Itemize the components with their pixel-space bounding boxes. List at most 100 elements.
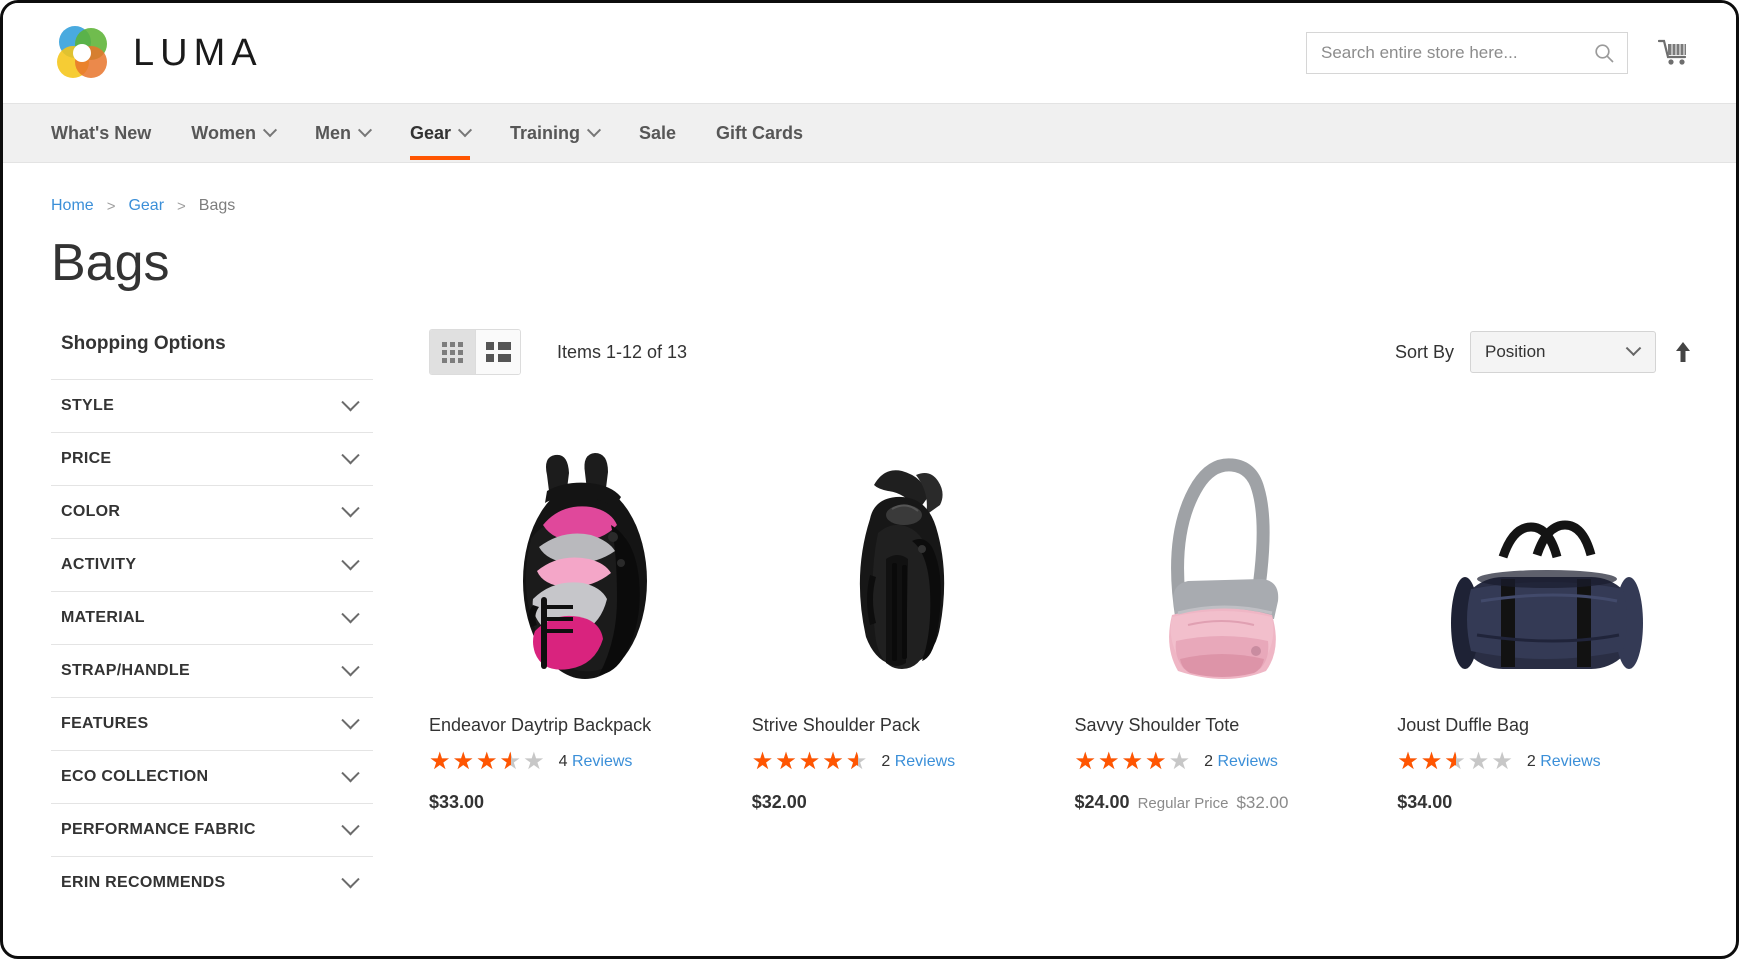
star-rating-fill: ★★★★★ <box>751 750 858 774</box>
sort-ascending-arrow-icon[interactable] <box>1672 339 1694 365</box>
product-reviews-link[interactable]: 2 Reviews <box>1204 753 1278 771</box>
nav-label: Training <box>510 122 581 143</box>
product-image-endeavor-daytrip-backpack[interactable] <box>429 423 726 691</box>
nav-label: Sale <box>639 122 677 143</box>
product-rating: ★★★★★ ★★★★★ 2 Reviews <box>1075 750 1372 774</box>
nav-label: Women <box>191 122 256 143</box>
chevron-down-icon <box>1625 339 1642 356</box>
review-count: 2 <box>881 753 891 770</box>
view-mode-switcher <box>429 329 521 375</box>
product-grid: Endeavor Daytrip Backpack ★★★★★ ★★★★★ 4 … <box>429 423 1694 813</box>
nav-item-gift-cards[interactable]: Gift Cards <box>696 104 823 162</box>
nav-label: Gear <box>409 122 451 143</box>
sidebar-item-features[interactable]: FEATURES <box>51 697 373 750</box>
sidebar-item-material[interactable]: MATERIAL <box>51 591 373 644</box>
sidebar-item-eco-collection[interactable]: ECO COLLECTION <box>51 750 373 803</box>
price-final: $33.00 <box>429 792 485 812</box>
chevron-down-icon <box>262 123 278 138</box>
nav-item-sale[interactable]: Sale <box>619 104 696 162</box>
filter-label: ACTIVITY <box>61 556 137 573</box>
regular-price: $32.00 <box>1236 793 1289 812</box>
filter-label: STYLE <box>61 397 115 414</box>
filter-label: ECO COLLECTION <box>61 768 209 785</box>
nav-item-gear[interactable]: Gear <box>390 104 490 162</box>
star-rating-icon: ★★★★★ ★★★★★ <box>751 748 870 775</box>
nav-item-women[interactable]: Women <box>171 104 295 162</box>
product-item[interactable]: Joust Duffle Bag ★★★★★ ★★★★★ 2 Reviews $… <box>1397 423 1694 813</box>
sidebar-title: Shopping Options <box>61 333 226 354</box>
product-name[interactable]: Endeavor Daytrip Backpack <box>429 715 726 736</box>
product-name[interactable]: Savvy Shoulder Tote <box>1075 715 1372 736</box>
chevron-down-icon <box>341 392 360 411</box>
sort-by-label: Sort By <box>1394 341 1454 362</box>
product-list-main: Items 1-12 of 13 Sort By Position Endeav… <box>373 329 1736 909</box>
review-count: 2 <box>1204 753 1213 770</box>
sidebar-item-price[interactable]: PRICE <box>51 432 373 485</box>
shopping-options-sidebar: Shopping Options STYLE PRICE COLOR ACTIV… <box>51 333 373 909</box>
sort-by-select[interactable]: Position <box>1470 331 1656 373</box>
product-name[interactable]: Strive Shoulder Pack <box>752 715 1049 736</box>
product-item[interactable]: Strive Shoulder Pack ★★★★★ ★★★★★ 2 Revie… <box>751 423 1049 813</box>
sidebar-item-style[interactable]: STYLE <box>51 379 373 432</box>
product-image-joust-duffle-bag[interactable] <box>1397 423 1694 691</box>
site-logo[interactable]: LUMA <box>51 22 263 84</box>
product-rating: ★★★★★ ★★★★★ 2 Reviews <box>1397 750 1694 774</box>
nav-item-training[interactable]: Training <box>490 104 619 162</box>
product-image-strive-shoulder-pack[interactable] <box>751 423 1049 691</box>
search-icon[interactable] <box>1585 34 1623 72</box>
search-input[interactable] <box>1321 43 1585 63</box>
nav-item-men[interactable]: Men <box>295 104 390 162</box>
reviews-label: Reviews <box>1540 753 1601 770</box>
sort-controls: Sort By Position <box>1395 331 1694 373</box>
chevron-down-icon <box>341 710 360 729</box>
toolbar-amount: Items 1-12 of 13 <box>557 341 688 362</box>
header-actions <box>1306 32 1694 74</box>
sidebar-item-color[interactable]: COLOR <box>51 485 373 538</box>
product-price: $33.00 <box>429 792 726 813</box>
filter-label: MATERIAL <box>61 609 145 626</box>
price-final: $32.00 <box>751 792 807 812</box>
chevron-down-icon <box>341 657 360 676</box>
page-title: Bags <box>51 234 170 292</box>
sidebar-item-performance-fabric[interactable]: PERFORMANCE FABRIC <box>51 803 373 856</box>
product-item[interactable]: Savvy Shoulder Tote ★★★★★ ★★★★★ 2 Review… <box>1074 423 1372 813</box>
reviews-label: Reviews <box>1217 753 1278 770</box>
reviews-label: Reviews <box>894 753 956 770</box>
reviews-label: Reviews <box>571 753 633 770</box>
nav-item-whats-new[interactable]: What's New <box>51 104 171 162</box>
product-reviews-link[interactable]: 2 Reviews <box>881 753 955 771</box>
filter-label: PRICE <box>61 450 112 467</box>
product-reviews-link[interactable]: 4 Reviews <box>559 753 633 771</box>
breadcrumb-item-home[interactable]: Home <box>51 197 94 215</box>
sidebar-item-strap-handle[interactable]: STRAP/HANDLE <box>51 644 373 697</box>
product-image-savvy-shoulder-tote[interactable] <box>1074 423 1372 691</box>
price-final: $34.00 <box>1397 792 1453 812</box>
nav-label: What's New <box>51 122 152 143</box>
breadcrumb-item-gear[interactable]: Gear <box>128 197 164 215</box>
shopping-cart-icon[interactable] <box>1654 33 1694 73</box>
chevron-down-icon <box>457 123 473 138</box>
grid-view-icon[interactable] <box>430 330 475 374</box>
sidebar-item-erin-recommends[interactable]: ERIN RECOMMENDS <box>51 856 373 909</box>
star-rating-icon: ★★★★★ ★★★★★ <box>429 748 547 775</box>
product-price: $34.00 <box>1397 792 1694 813</box>
storefront-page: LUMA Search entire store here... What's … <box>0 0 1739 959</box>
chevron-down-icon <box>341 816 360 835</box>
product-reviews-link[interactable]: 2 Reviews <box>1527 753 1601 771</box>
brand-name: LUMA <box>133 31 263 74</box>
sidebar-item-activity[interactable]: ACTIVITY <box>51 538 373 591</box>
chevron-down-icon <box>341 498 360 517</box>
luma-logo-icon <box>51 22 113 84</box>
filter-label: COLOR <box>61 503 121 520</box>
nav-label: Men <box>314 122 351 143</box>
review-count: 4 <box>558 753 568 770</box>
filter-label: FEATURES <box>61 715 149 732</box>
list-view-icon[interactable] <box>475 330 520 374</box>
regular-price-label: Regular Price <box>1137 795 1229 812</box>
chevron-down-icon <box>341 604 360 623</box>
star-rating-fill: ★★★★★ <box>429 750 511 774</box>
product-name[interactable]: Joust Duffle Bag <box>1397 715 1694 736</box>
search-box[interactable] <box>1306 32 1628 74</box>
product-item[interactable]: Endeavor Daytrip Backpack ★★★★★ ★★★★★ 4 … <box>429 423 726 813</box>
product-rating: ★★★★★ ★★★★★ 2 Reviews <box>752 750 1049 774</box>
